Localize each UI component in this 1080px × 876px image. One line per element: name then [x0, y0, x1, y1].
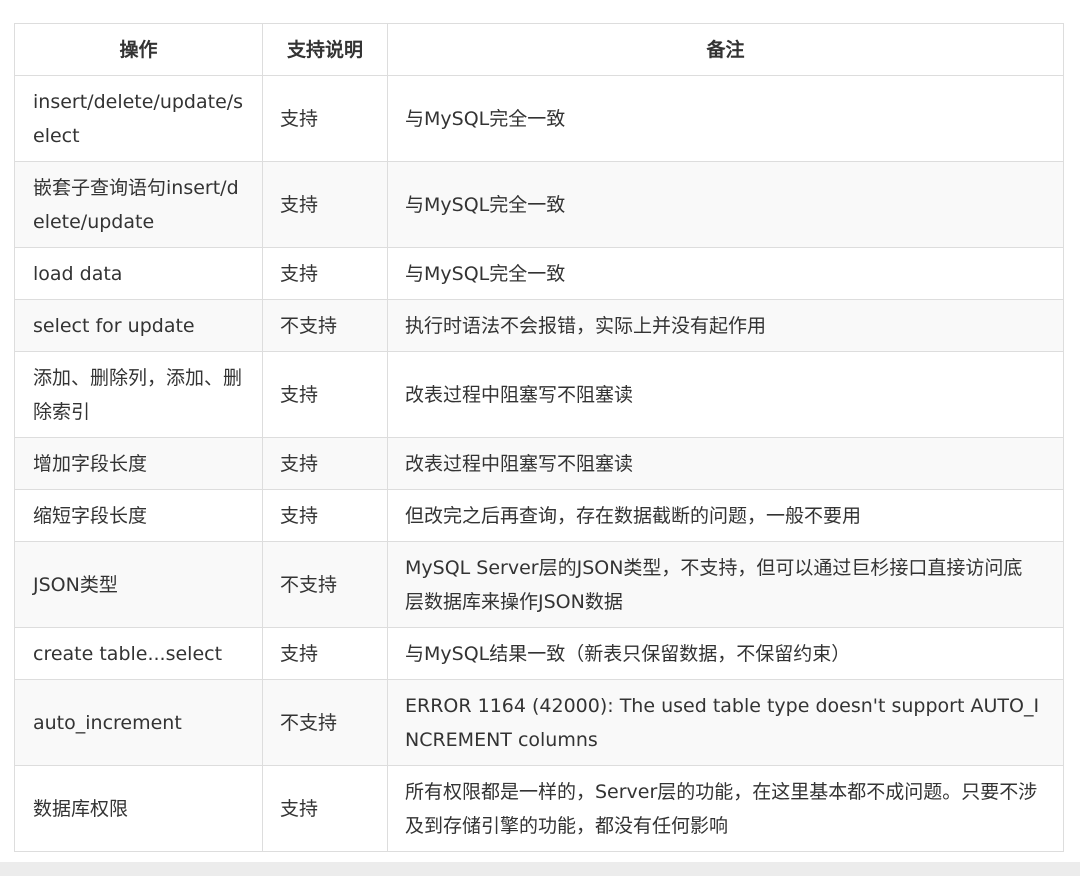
cell-operation: insert/delete/update/select — [14, 75, 263, 162]
table-row: JSON类型 不支持 MySQL Server层的JSON类型，不支持，但可以通… — [14, 541, 1064, 628]
table-header-row: 操作 支持说明 备注 — [14, 23, 1064, 76]
table-row: 增加字段长度 支持 改表过程中阻塞写不阻塞读 — [14, 437, 1064, 490]
table-row: create table...select 支持 与MySQL结果一致（新表只保… — [14, 627, 1064, 680]
cell-notes: MySQL Server层的JSON类型，不支持，但可以通过巨杉接口直接访问底层… — [387, 541, 1064, 628]
table-row: 添加、删除列，添加、删除索引 支持 改表过程中阻塞写不阻塞读 — [14, 351, 1064, 438]
cell-support: 支持 — [262, 75, 388, 162]
cell-operation: load data — [14, 247, 263, 300]
table-row: 数据库权限 支持 所有权限都是一样的，Server层的功能，在这里基本都不成问题… — [14, 765, 1064, 852]
table-row: load data 支持 与MySQL完全一致 — [14, 247, 1064, 300]
header-notes: 备注 — [387, 23, 1064, 76]
cell-support: 支持 — [262, 161, 388, 248]
page-bottom-band — [0, 862, 1080, 876]
cell-support: 不支持 — [262, 679, 388, 766]
header-support: 支持说明 — [262, 23, 388, 76]
feature-support-table: 操作 支持说明 备注 insert/delete/update/select 支… — [14, 23, 1064, 852]
cell-operation: 数据库权限 — [14, 765, 263, 852]
cell-operation: 嵌套子查询语句insert/delete/update — [14, 161, 263, 248]
cell-notes: 与MySQL完全一致 — [387, 75, 1064, 162]
cell-notes: 但改完之后再查询，存在数据截断的问题，一般不要用 — [387, 489, 1064, 542]
table-row: 缩短字段长度 支持 但改完之后再查询，存在数据截断的问题，一般不要用 — [14, 489, 1064, 542]
cell-support: 支持 — [262, 351, 388, 438]
cell-support: 支持 — [262, 489, 388, 542]
header-operation: 操作 — [14, 23, 263, 76]
cell-support: 支持 — [262, 627, 388, 680]
cell-operation: create table...select — [14, 627, 263, 680]
cell-support: 支持 — [262, 437, 388, 490]
cell-support: 不支持 — [262, 541, 388, 628]
cell-notes: 改表过程中阻塞写不阻塞读 — [387, 351, 1064, 438]
cell-support: 不支持 — [262, 299, 388, 352]
cell-operation: 缩短字段长度 — [14, 489, 263, 542]
cell-notes: 执行时语法不会报错，实际上并没有起作用 — [387, 299, 1064, 352]
table-row: 嵌套子查询语句insert/delete/update 支持 与MySQL完全一… — [14, 161, 1064, 248]
cell-notes: ERROR 1164 (42000): The used table type … — [387, 679, 1064, 766]
cell-operation: auto_increment — [14, 679, 263, 766]
cell-notes: 与MySQL完全一致 — [387, 161, 1064, 248]
cell-support: 支持 — [262, 247, 388, 300]
table-row: auto_increment 不支持 ERROR 1164 (42000): T… — [14, 679, 1064, 766]
cell-operation: JSON类型 — [14, 541, 263, 628]
cell-notes: 与MySQL结果一致（新表只保留数据，不保留约束） — [387, 627, 1064, 680]
cell-support: 支持 — [262, 765, 388, 852]
cell-notes: 与MySQL完全一致 — [387, 247, 1064, 300]
cell-operation: 添加、删除列，添加、删除索引 — [14, 351, 263, 438]
cell-operation: 增加字段长度 — [14, 437, 263, 490]
cell-operation: select for update — [14, 299, 263, 352]
table-row: insert/delete/update/select 支持 与MySQL完全一… — [14, 75, 1064, 162]
table-row: select for update 不支持 执行时语法不会报错，实际上并没有起作… — [14, 299, 1064, 352]
cell-notes: 改表过程中阻塞写不阻塞读 — [387, 437, 1064, 490]
cell-notes: 所有权限都是一样的，Server层的功能，在这里基本都不成问题。只要不涉及到存储… — [387, 765, 1064, 852]
